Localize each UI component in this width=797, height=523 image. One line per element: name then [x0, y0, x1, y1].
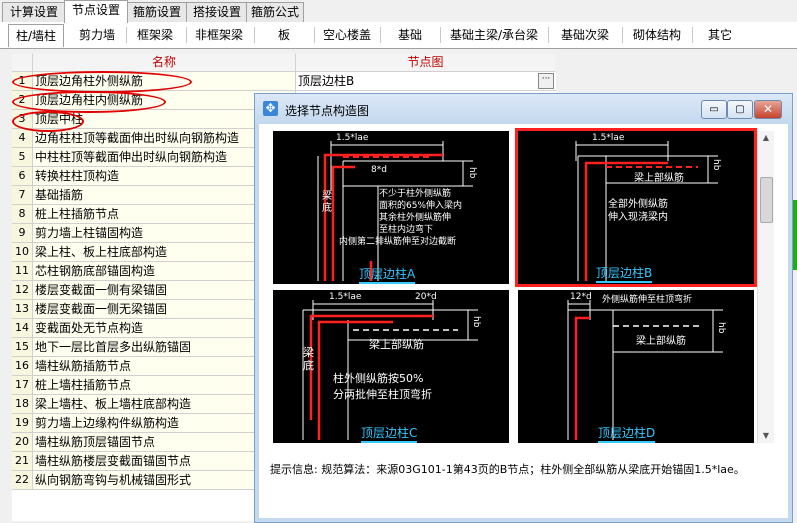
panel-caption: 顶层边柱B — [596, 264, 653, 283]
dialog-titlebar[interactable]: ✥ 选择节点构造图 ▭ ▢ ✕ — [255, 94, 792, 124]
dim-label: hb — [467, 167, 477, 179]
dim-label: 20*d — [415, 292, 437, 302]
row-node-value: 顶层边柱B — [298, 74, 355, 88]
minimize-button[interactable]: ▭ — [701, 100, 727, 119]
scroll-up-icon[interactable]: ▲ — [759, 131, 773, 145]
dialog-title: 选择节点构造图 — [285, 104, 370, 118]
tab-slab[interactable]: 板 — [256, 24, 312, 46]
maximize-button[interactable]: ▢ — [727, 100, 753, 119]
row-number: 5 — [12, 148, 33, 167]
tab-non-frame-beam[interactable]: 非框架梁 — [188, 24, 250, 46]
dim-label: 1.5*lae — [329, 292, 362, 302]
dim-label: hb — [711, 159, 721, 171]
row-number: 4 — [12, 129, 33, 148]
note-text: 分两批伸至柱顶弯折 — [333, 388, 432, 401]
row-number: 14 — [12, 319, 33, 338]
dim-label: 外侧纵筋伸至柱顶弯折 — [602, 295, 693, 305]
header-node-diagram: 节点图 — [296, 54, 555, 72]
close-button[interactable]: ✕ — [754, 100, 782, 119]
tab-shear-wall[interactable]: 剪力墙 — [70, 24, 124, 46]
note-text: 梁上部纵筋 — [636, 336, 686, 347]
table-row[interactable]: 1 顶层边角柱外侧纵筋 顶层边柱B ··· — [12, 72, 556, 91]
tab-stirrup-formula[interactable]: 箍筋公式 — [246, 2, 304, 22]
row-number: 1 — [12, 72, 33, 91]
side-label: 梁底 — [322, 191, 332, 214]
diagram-scrollbar[interactable]: ▲ ▼ — [757, 131, 774, 443]
tab-foundation-main-beam[interactable]: 基础主梁/承台梁 — [442, 24, 546, 46]
dim-label: hb — [716, 322, 726, 334]
tab-masonry[interactable]: 砌体结构 — [624, 24, 690, 46]
dialog-content: 1.5*lae 8*d hb 梁底 不少于柱外侧纵筋 面积的65%伸入梁内 其余… — [263, 125, 784, 514]
scroll-thumb[interactable] — [760, 177, 773, 223]
note-text: 至柱内边弯下 — [379, 225, 434, 235]
tab-lap-settings[interactable]: 搭接设置 — [186, 2, 248, 22]
tab-frame-beam[interactable]: 框架梁 — [128, 24, 182, 46]
row-number: 21 — [12, 452, 33, 471]
row-number: 7 — [12, 186, 33, 205]
row-number: 10 — [12, 243, 33, 262]
dim-label: 12*d — [570, 292, 592, 302]
dim-label: 1.5*lae — [336, 133, 369, 143]
row-number: 6 — [12, 167, 33, 186]
hint-label: 提示信息: — [270, 463, 318, 476]
dim-label: 1.5*lae — [592, 133, 625, 143]
tab-hollow-floor[interactable]: 空心楼盖 — [316, 24, 378, 46]
row-number: 20 — [12, 433, 33, 452]
side-label: 梁底 — [303, 346, 314, 372]
row-number: 15 — [12, 338, 33, 357]
dim-label: 8*d — [371, 165, 387, 175]
panel-top-edge-column-b[interactable]: 1.5*lae hb 梁上部纵筋 全部外侧纵筋 伸入现浇梁内 顶层边柱B — [515, 128, 757, 287]
note-text: 梁上部纵筋 — [634, 173, 684, 184]
note-text: 不少于柱外侧纵筋 — [379, 189, 452, 199]
note-text: 柱外侧纵筋按50% — [333, 372, 424, 385]
panel-caption: 顶层边柱C — [361, 424, 418, 443]
note-text: 梁上部纵筋 — [369, 338, 424, 351]
row-node-diagram[interactable]: 顶层边柱B ··· — [296, 72, 556, 91]
note-text: 伸入现浇梁内 — [608, 212, 668, 223]
tab-column-wallcolumn[interactable]: 柱/墙柱 — [8, 24, 64, 47]
ellipsis-button[interactable]: ··· — [538, 73, 554, 89]
tab-foundation-secondary-beam[interactable]: 基础次梁 — [550, 24, 620, 46]
row-number: 17 — [12, 376, 33, 395]
sub-tab-bar: 柱/墙柱 剪力墙 框架梁 非框架梁 板 空心楼盖 基础 基础主梁/承台梁 基础次… — [0, 22, 797, 49]
row-number: 13 — [12, 300, 33, 319]
dim-label: hb — [471, 316, 481, 328]
note-text: 内侧第二排纵筋伸至对边截断 — [339, 237, 457, 247]
row-name: 顶层边角柱外侧纵筋 — [33, 72, 296, 91]
panel-caption: 顶层边柱A — [359, 265, 416, 284]
tab-stirrup-settings[interactable]: 箍筋设置 — [126, 2, 188, 22]
tab-other[interactable]: 其它 — [694, 24, 746, 46]
row-number: 2 — [12, 91, 33, 110]
tab-foundation[interactable]: 基础 — [382, 24, 438, 46]
panel-top-edge-column-a[interactable]: 1.5*lae 8*d hb 梁底 不少于柱外侧纵筋 面积的65%伸入梁内 其余… — [273, 131, 509, 284]
tab-node-settings[interactable]: 节点设置 — [64, 0, 128, 23]
header-corner — [12, 54, 33, 72]
row-number: 12 — [12, 281, 33, 300]
note-text: 其余柱外侧纵筋伸 — [379, 213, 452, 223]
row-number: 8 — [12, 205, 33, 224]
panel-top-edge-column-c[interactable]: 1.5*lae 20*d hb 梁底 梁上部纵筋 柱外侧纵筋按50% 分两批伸至… — [273, 290, 509, 443]
tab-calc-settings[interactable]: 计算设置 — [2, 2, 66, 22]
row-number: 11 — [12, 262, 33, 281]
move-icon: ✥ — [263, 101, 278, 116]
panel-caption: 顶层边柱D — [598, 424, 656, 443]
row-number: 3 — [12, 110, 33, 129]
row-number: 19 — [12, 414, 33, 433]
node-diagram-dialog: ✥ 选择节点构造图 ▭ ▢ ✕ 1.5*lae 8*d hb 梁底 不少于柱外侧… — [254, 93, 793, 523]
row-number: 22 — [12, 471, 33, 490]
top-tab-bar: 计算设置 节点设置 箍筋设置 搭接设置 箍筋公式 — [0, 0, 797, 23]
header-name: 名称 — [33, 54, 296, 72]
note-text: 面积的65%伸入梁内 — [379, 201, 463, 211]
panel-top-edge-column-d[interactable]: 12*d 外侧纵筋伸至柱顶弯折 hb 梁上部纵筋 顶层边柱D — [518, 290, 754, 443]
row-number: 18 — [12, 395, 33, 414]
hint-text: 规范算法：来源03G101-1第43页的B节点；柱外侧全部纵筋从梁底开始锚固1.… — [321, 463, 745, 476]
row-number: 16 — [12, 357, 33, 376]
scroll-down-icon[interactable]: ▼ — [759, 429, 773, 443]
row-number: 9 — [12, 224, 33, 243]
hint-info: 提示信息: 规范算法：来源03G101-1第43页的B节点；柱外侧全部纵筋从梁底… — [270, 462, 775, 477]
